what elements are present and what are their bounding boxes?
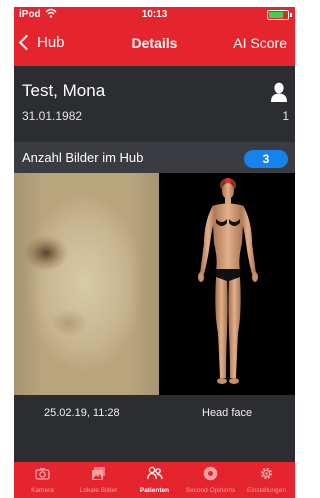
body-map-figure bbox=[160, 173, 295, 395]
image-count-row[interactable]: Anzahl Bilder im Hub 3 bbox=[14, 142, 295, 173]
patient-dob: 31.01.1982 bbox=[22, 109, 83, 123]
patient-name: Test, Mona bbox=[22, 81, 106, 100]
ai-score-button[interactable]: AI Score bbox=[233, 35, 287, 51]
person-icon bbox=[271, 82, 287, 102]
patient-number: 1 bbox=[282, 109, 289, 123]
tab-label: Patienten bbox=[139, 487, 170, 494]
image-date: 25.02.19, 11:28 bbox=[44, 407, 120, 419]
battery-icon bbox=[267, 10, 292, 20]
gear-icon bbox=[259, 466, 274, 481]
tab-einstellungen[interactable]: Einstellungen bbox=[238, 462, 295, 498]
second-opinions-icon bbox=[203, 466, 218, 481]
tab-label: Lokale Bilder bbox=[79, 487, 118, 494]
status-time: 10:13 bbox=[141, 9, 168, 20]
image-count-badge: 3 bbox=[244, 150, 288, 168]
body-region-label: Head face bbox=[202, 407, 253, 419]
app-header: iPod 10:13 Hub Details AI Score bbox=[14, 7, 295, 66]
phone-screen: iPod 10:13 Hub Details AI Score Test, Mo… bbox=[14, 7, 295, 498]
tab-patienten[interactable]: Patienten bbox=[126, 462, 183, 498]
status-bar: iPod 10:13 bbox=[14, 7, 295, 23]
tab-label: Second Opinions bbox=[185, 487, 236, 494]
image-count-label: Anzahl Bilder im Hub bbox=[22, 150, 144, 165]
camera-icon bbox=[35, 466, 50, 481]
tab-lokale-bilder[interactable]: Lokale Bilder bbox=[70, 462, 127, 498]
navigation-bar: Hub Details AI Score bbox=[14, 29, 295, 59]
tab-second-opinions[interactable]: Second Opinions bbox=[182, 462, 239, 498]
tab-kamera[interactable]: Kamera bbox=[14, 462, 71, 498]
tab-bar: Kamera Lokale Bilder Patienten Second Op… bbox=[14, 462, 295, 498]
patient-info: Test, Mona 31.01.1982 1 bbox=[14, 77, 295, 135]
tab-label: Einstellungen bbox=[246, 487, 287, 494]
image-caption: 25.02.19, 11:28 Head face bbox=[14, 395, 295, 431]
image-entry[interactable] bbox=[14, 173, 295, 395]
patients-icon bbox=[147, 466, 163, 481]
photos-icon bbox=[91, 466, 106, 481]
skin-lesion-photo[interactable] bbox=[14, 173, 159, 395]
tab-label: Kamera bbox=[31, 487, 54, 494]
